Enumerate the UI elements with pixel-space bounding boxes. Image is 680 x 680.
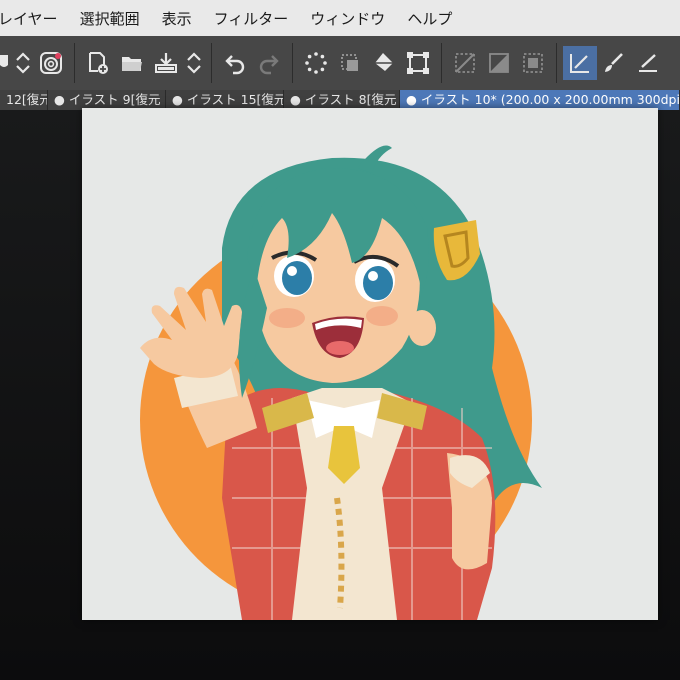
tab-document[interactable]: ● イラスト 8[復元 xyxy=(284,90,400,110)
ruler-icon[interactable] xyxy=(631,46,665,80)
document-tabs: 12[復元 ● イラスト 9[復元 ● イラスト 15[復元 ● イラスト 8[… xyxy=(0,90,680,110)
invert-selection-icon[interactable] xyxy=(482,46,516,80)
menu-layer[interactable]: レイヤー xyxy=(0,8,58,29)
fill-icon[interactable] xyxy=(367,46,401,80)
redo-icon[interactable] xyxy=(252,46,286,80)
menu-bar: レイヤー 選択範囲 表示 フィルター ウィンドウ ヘルプ xyxy=(0,0,680,36)
toolbar-separator xyxy=(556,43,557,83)
tab-label: イラスト 10* (200.00 x 200.00mm 300dpi 41 xyxy=(420,92,680,107)
command-bar xyxy=(0,36,680,90)
tab-document-active[interactable]: ● イラスト 10* (200.00 x 200.00mm 300dpi 41 xyxy=(400,90,680,110)
menu-selection[interactable]: 選択範囲 xyxy=(80,8,140,29)
toolbar-separator xyxy=(74,43,75,83)
undo-icon[interactable] xyxy=(218,46,252,80)
pen-active-icon[interactable] xyxy=(563,46,597,80)
ear xyxy=(408,310,436,346)
selection-icon[interactable] xyxy=(333,46,367,80)
blush-right xyxy=(366,306,398,326)
select-all-icon[interactable] xyxy=(516,46,550,80)
tab-label: 12[復元 xyxy=(6,92,48,107)
tab-label: イラスト 9[復元 xyxy=(68,92,161,107)
tab-close-dot-icon[interactable]: ● xyxy=(54,92,69,107)
toolbar-separator xyxy=(292,43,293,83)
new-canvas-icon[interactable] xyxy=(81,46,115,80)
deselect-icon[interactable] xyxy=(448,46,482,80)
transform-icon[interactable] xyxy=(401,46,435,80)
app-logo-icon[interactable] xyxy=(34,46,68,80)
loading-icon[interactable] xyxy=(299,46,333,80)
tab-document[interactable]: ● イラスト 9[復元 xyxy=(48,90,166,110)
export-icon[interactable] xyxy=(149,46,183,80)
menu-window[interactable]: ウィンドウ xyxy=(310,8,385,29)
tongue xyxy=(326,341,354,355)
menu-filter[interactable]: フィルター xyxy=(214,8,289,29)
illustration-canvas[interactable] xyxy=(82,108,658,620)
blush-left xyxy=(269,308,305,328)
brush-tool-icon[interactable] xyxy=(597,46,631,80)
tab-close-dot-icon[interactable]: ● xyxy=(172,92,187,107)
menu-view[interactable]: 表示 xyxy=(162,8,192,29)
tab-close-dot-icon[interactable]: ● xyxy=(290,92,305,107)
brush-icon[interactable] xyxy=(0,46,12,80)
stepper-icon[interactable] xyxy=(183,46,205,80)
toolbar-separator xyxy=(441,43,442,83)
tab-label: イラスト 15[復元 xyxy=(186,92,284,107)
tab-label: イラスト 8[復元 xyxy=(304,92,397,107)
menu-help[interactable]: ヘルプ xyxy=(407,8,452,29)
open-folder-icon[interactable] xyxy=(115,46,149,80)
toolbar-separator xyxy=(211,43,212,83)
tab-document[interactable]: ● イラスト 15[復元 xyxy=(166,90,284,110)
tab-close-dot-icon[interactable]: ● xyxy=(406,92,421,107)
tab-document[interactable]: 12[復元 xyxy=(0,90,48,110)
stepper-icon[interactable] xyxy=(12,46,34,80)
